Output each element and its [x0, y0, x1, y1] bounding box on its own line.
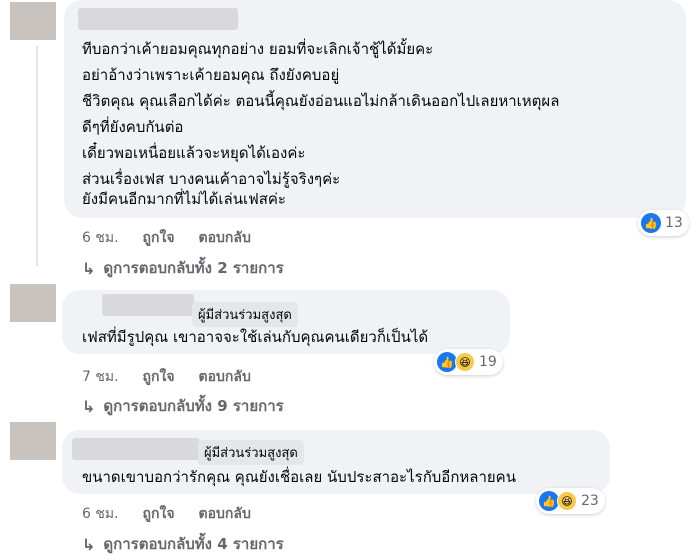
comment-time[interactable]: 7 ชม.: [82, 366, 119, 388]
reaction-count: 19: [479, 354, 497, 370]
comment-actions: 6 ชม. ถูกใจ ตอบกลับ: [82, 503, 251, 525]
reply-arrow-icon: ↳: [82, 534, 96, 554]
comment-text-line: ยังมีคนอีกมากที่ไม่ได้เล่นเฟสค่ะ: [82, 190, 286, 208]
view-replies-link[interactable]: ↳ ดูการตอบกลับทั้ง 9 รายการ: [82, 394, 284, 418]
comment-text-line: อย่าอ้างว่าเพราะเค้ายอมคุณ ถึงยังคบอยู่: [82, 66, 340, 84]
avatar[interactable]: [10, 2, 56, 40]
comment-text-line: ดีๆที่ยังคบกันต่อ: [82, 118, 184, 136]
view-replies-label: ดูการตอบกลับทั้ง 4 รายการ: [103, 535, 284, 553]
comment-bubble: ผู้มีส่วนร่วมสูงสุด เฟสที่มีรูปคุณ เขาอา…: [62, 290, 510, 354]
like-reaction-icon: 👍: [641, 213, 661, 233]
view-replies-label: ดูการตอบกลับทั้ง 9 รายการ: [103, 397, 284, 415]
reply-button[interactable]: ตอบกลับ: [199, 366, 251, 388]
comment-bubble: ผู้มีส่วนร่วมสูงสุด ขนาดเขาบอกว่ารักคุณ …: [62, 430, 610, 494]
reply-arrow-icon: ↳: [82, 258, 96, 278]
reaction-count: 13: [665, 215, 683, 231]
top-contributor-badge: ผู้มีส่วนร่วมสูงสุด: [198, 440, 304, 465]
reaction-summary[interactable]: 👍 13: [638, 210, 689, 236]
like-button[interactable]: ถูกใจ: [143, 366, 175, 388]
like-button[interactable]: ถูกใจ: [143, 227, 175, 249]
view-replies-link[interactable]: ↳ ดูการตอบกลับทั้ง 4 รายการ: [82, 532, 284, 556]
reaction-count: 23: [581, 493, 599, 509]
comment-actions: 6 ชม. ถูกใจ ตอบกลับ: [82, 227, 251, 249]
comment-bubble: ทีบอกว่าเค้ายอมคุณทุกอย่าง ยอมที่จะเลิกเ…: [64, 0, 686, 218]
like-reaction-icon: 👍: [539, 491, 559, 511]
author-name[interactable]: [78, 8, 238, 30]
comment-time[interactable]: 6 ชม.: [82, 227, 119, 249]
comment-text-line: เดี๋ยวพอเหนื่อยแล้วจะหยุดได้เองค่ะ: [82, 144, 306, 162]
comment-text-line: ชีวิตคุณ คุณเลือกได้ค่ะ ตอนนี้คุณยังอ่อน…: [82, 92, 560, 110]
comment-text-line: ทีบอกว่าเค้ายอมคุณทุกอย่าง ยอมที่จะเลิกเ…: [82, 40, 434, 58]
view-replies-label: ดูการตอบกลับทั้ง 2 รายการ: [103, 259, 284, 277]
haha-reaction-icon: 😆: [455, 352, 475, 372]
comment-text-line: เฟสที่มีรูปคุณ เขาอาจจะใช้เล่นกับคุณคนเด…: [82, 328, 429, 346]
view-replies-link[interactable]: ↳ ดูการตอบกลับทั้ง 2 รายการ: [82, 256, 284, 280]
haha-reaction-icon: 😆: [557, 491, 577, 511]
like-reaction-icon: 👍: [437, 352, 457, 372]
avatar[interactable]: [10, 284, 56, 322]
comment-text-line: ขนาดเขาบอกว่ารักคุณ คุณยังเชื่อเลย นับปร…: [82, 468, 516, 486]
reaction-summary[interactable]: 👍 😆 19: [434, 349, 503, 375]
thread-line: [36, 46, 38, 266]
comment-time[interactable]: 6 ชม.: [82, 503, 119, 525]
reply-arrow-icon: ↳: [82, 396, 96, 416]
comment-actions: 7 ชม. ถูกใจ ตอบกลับ: [82, 366, 251, 388]
avatar[interactable]: [10, 422, 56, 460]
like-button[interactable]: ถูกใจ: [143, 503, 175, 525]
reply-button[interactable]: ตอบกลับ: [199, 227, 251, 249]
reaction-summary[interactable]: 👍 😆 23: [536, 488, 605, 514]
author-name[interactable]: [102, 294, 194, 316]
reply-button[interactable]: ตอบกลับ: [199, 503, 251, 525]
author-name[interactable]: [72, 438, 200, 460]
